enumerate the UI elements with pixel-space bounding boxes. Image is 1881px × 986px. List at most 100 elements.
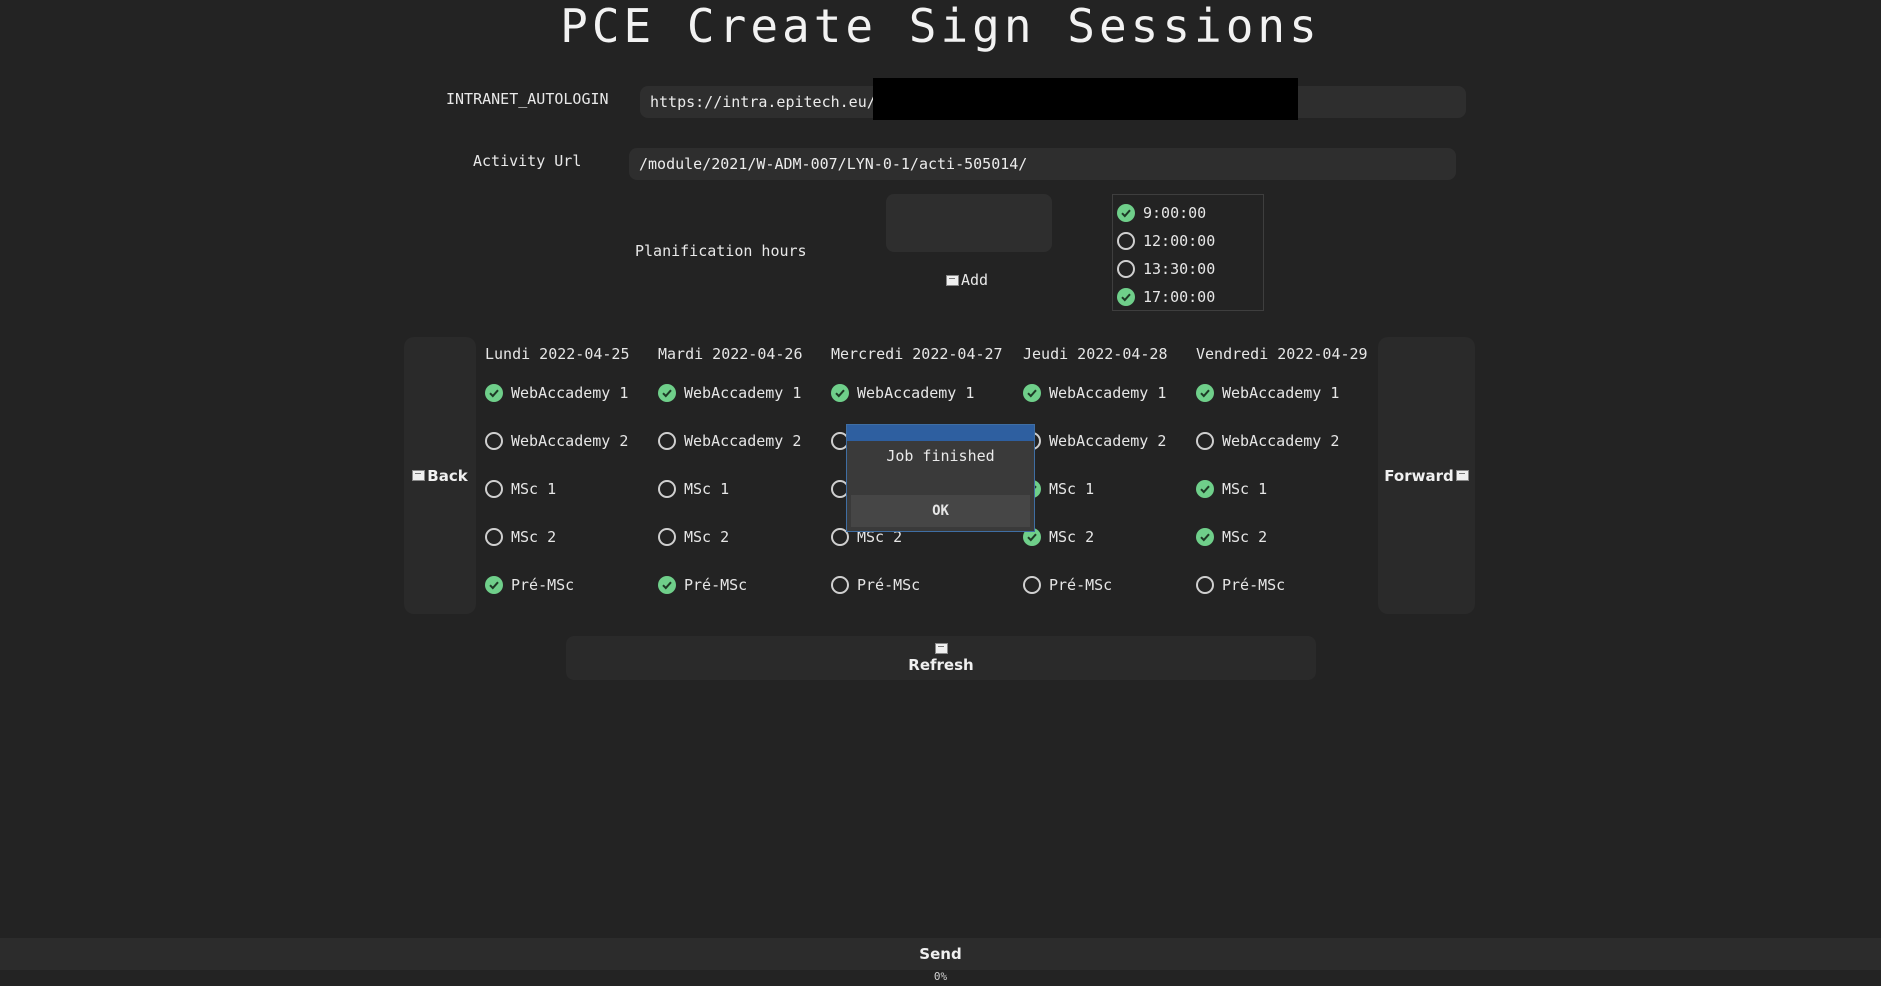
session-label: WebAccademy 1: [511, 384, 629, 402]
session-item[interactable]: WebAccademy 1: [485, 369, 630, 417]
checked-circle-icon[interactable]: [485, 384, 503, 402]
unchecked-circle-icon[interactable]: [1117, 260, 1135, 278]
unchecked-circle-icon[interactable]: [485, 432, 503, 450]
add-icon: [946, 274, 959, 286]
dialog-message: Job finished: [886, 447, 995, 465]
session-label: WebAccademy 2: [511, 432, 629, 450]
day-header: Vendredi 2022-04-29: [1196, 345, 1368, 363]
redaction-box: [873, 78, 1298, 120]
checked-circle-icon[interactable]: [1117, 288, 1135, 306]
day-column: Jeudi 2022-04-28 WebAccademy 1 WebAccademy…: [1023, 345, 1168, 609]
session-item[interactable]: MSc 2: [1196, 513, 1368, 561]
day-header: Lundi 2022-04-25: [485, 345, 630, 363]
unchecked-circle-icon[interactable]: [485, 480, 503, 498]
unchecked-circle-icon[interactable]: [831, 576, 849, 594]
session-item[interactable]: MSc 2: [1023, 513, 1168, 561]
unchecked-circle-icon[interactable]: [1196, 576, 1214, 594]
session-label: MSc 1: [1222, 480, 1268, 498]
session-item[interactable]: WebAccademy 1: [1196, 369, 1368, 417]
refresh-label: Refresh: [908, 655, 974, 674]
day-column: Mardi 2022-04-26 WebAccademy 1 WebAccademy…: [658, 345, 803, 609]
unchecked-circle-icon[interactable]: [658, 528, 676, 546]
send-button[interactable]: Send: [0, 938, 1881, 970]
session-label: MSc 2: [1049, 528, 1095, 546]
session-label: MSc 2: [511, 528, 557, 546]
checked-circle-icon[interactable]: [1117, 204, 1135, 222]
forward-button[interactable]: Forward: [1378, 337, 1475, 614]
day-header: Jeudi 2022-04-28: [1023, 345, 1168, 363]
add-button[interactable]: Add: [946, 271, 988, 289]
session-label: MSc 2: [684, 528, 730, 546]
session-label: WebAccademy 1: [1222, 384, 1340, 402]
unchecked-circle-icon[interactable]: [1117, 232, 1135, 250]
session-item[interactable]: MSc 1: [658, 465, 803, 513]
session-item[interactable]: WebAccademy 2: [485, 417, 630, 465]
session-item[interactable]: WebAccademy 2: [1196, 417, 1368, 465]
dialog-ok-label: OK: [932, 503, 949, 519]
session-item[interactable]: Pré-MSc: [658, 561, 803, 609]
hour-label: 13:30:00: [1143, 260, 1216, 278]
planification-label: Planification hours: [635, 242, 807, 260]
session-item[interactable]: MSc 2: [658, 513, 803, 561]
checked-circle-icon[interactable]: [1196, 528, 1214, 546]
day-column: Lundi 2022-04-25 WebAccademy 1 WebAccademy…: [485, 345, 630, 609]
activity-url-field[interactable]: /module/2021/W-ADM-007/LYN-0-1/acti-5050…: [629, 148, 1456, 180]
refresh-button[interactable]: Refresh: [566, 636, 1316, 680]
session-item[interactable]: WebAccademy 1: [831, 369, 1003, 417]
hour-item[interactable]: 13:30:00: [1113, 255, 1263, 283]
checked-circle-icon[interactable]: [1196, 480, 1214, 498]
unchecked-circle-icon[interactable]: [485, 528, 503, 546]
checked-circle-icon[interactable]: [485, 576, 503, 594]
session-label: MSc 2: [1222, 528, 1268, 546]
session-label: WebAccademy 1: [684, 384, 802, 402]
activity-url-label: Activity Url: [473, 152, 582, 170]
session-label: Pré-MSc: [511, 576, 575, 594]
session-item[interactable]: WebAccademy 1: [658, 369, 803, 417]
unchecked-circle-icon[interactable]: [658, 480, 676, 498]
session-item[interactable]: MSc 2: [485, 513, 630, 561]
hour-label: 12:00:00: [1143, 232, 1216, 250]
session-item[interactable]: WebAccademy 2: [658, 417, 803, 465]
forward-icon: [1455, 470, 1469, 481]
checked-circle-icon[interactable]: [658, 576, 676, 594]
unchecked-circle-icon[interactable]: [658, 432, 676, 450]
session-item[interactable]: MSc 1: [1023, 465, 1168, 513]
progress-text: 0%: [933, 970, 948, 983]
hour-label: 9:00:00: [1143, 204, 1207, 222]
hour-input[interactable]: [886, 194, 1052, 252]
checked-circle-icon[interactable]: [831, 384, 849, 402]
session-item[interactable]: MSc 1: [485, 465, 630, 513]
unchecked-circle-icon[interactable]: [1196, 432, 1214, 450]
session-item[interactable]: Pré-MSc: [485, 561, 630, 609]
checked-circle-icon[interactable]: [1023, 384, 1041, 402]
dialog-ok-button[interactable]: OK: [851, 495, 1030, 527]
session-label: MSc 1: [684, 480, 730, 498]
checked-circle-icon[interactable]: [658, 384, 676, 402]
session-item[interactable]: Pré-MSc: [831, 561, 1003, 609]
autologin-label: INTRANET_AUTOLOGIN: [446, 90, 609, 108]
back-button[interactable]: Back: [404, 337, 476, 614]
checked-circle-icon[interactable]: [1196, 384, 1214, 402]
session-item[interactable]: WebAccademy 2: [1023, 417, 1168, 465]
session-label: Pré-MSc: [684, 576, 748, 594]
day-column: Vendredi 2022-04-29 WebAccademy 1 WebAccad…: [1196, 345, 1368, 609]
session-item[interactable]: WebAccademy 1: [1023, 369, 1168, 417]
session-item[interactable]: MSc 1: [1196, 465, 1368, 513]
unchecked-circle-icon[interactable]: [1023, 576, 1041, 594]
session-label: WebAccademy 2: [1222, 432, 1340, 450]
session-item[interactable]: Pré-MSc: [1196, 561, 1368, 609]
session-label: Pré-MSc: [857, 576, 921, 594]
hour-item[interactable]: 12:00:00: [1113, 227, 1263, 255]
session-label: Pré-MSc: [1222, 576, 1286, 594]
hour-label: 17:00:00: [1143, 288, 1216, 306]
session-label: MSc 1: [1049, 480, 1095, 498]
session-item[interactable]: Pré-MSc: [1023, 561, 1168, 609]
add-label: Add: [961, 271, 989, 289]
session-label: WebAccademy 2: [1049, 432, 1167, 450]
job-finished-dialog: Job finished OK: [846, 424, 1035, 532]
session-label: Pré-MSc: [1049, 576, 1113, 594]
back-icon: [412, 470, 426, 481]
hour-item[interactable]: 9:00:00: [1113, 199, 1263, 227]
hour-item[interactable]: 17:00:00: [1113, 283, 1263, 311]
session-label: WebAccademy 1: [1049, 384, 1167, 402]
